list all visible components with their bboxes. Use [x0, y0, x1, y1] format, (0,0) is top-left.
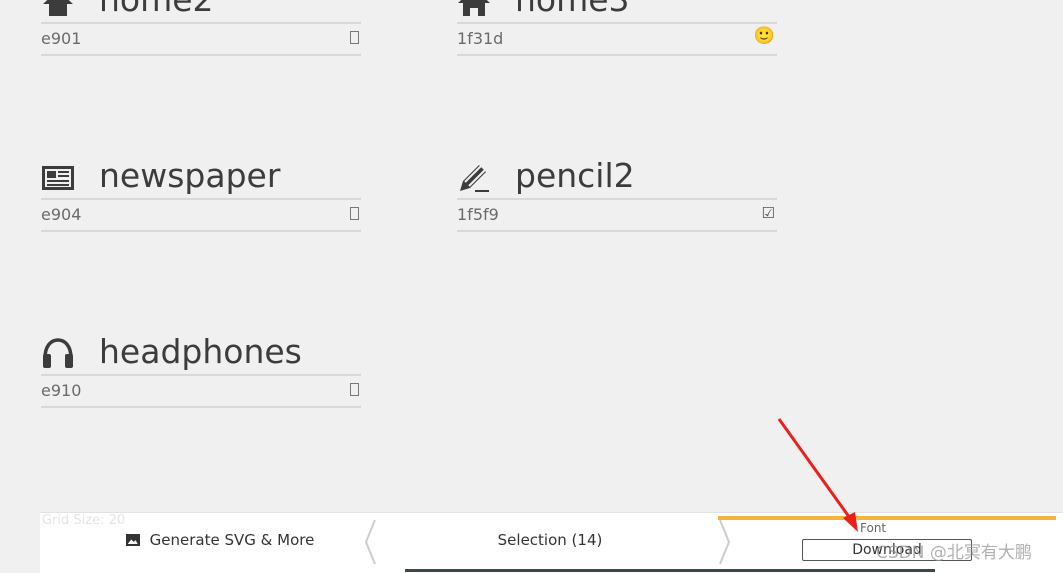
- glyph-header: pencil2: [457, 154, 777, 200]
- smiley-icon: 🙂: [753, 26, 775, 46]
- watermark: CSDN @北冥有大鹏: [876, 543, 1032, 563]
- missing-glyph-icon: [350, 207, 359, 220]
- glyph-card-home3[interactable]: home3 1f31d 🙂: [457, 0, 777, 56]
- glyph-code[interactable]: e901: [41, 29, 81, 48]
- glyph-code-row: 1f31d 🙂: [457, 24, 777, 56]
- glyph-name: newspaper: [99, 156, 281, 195]
- glyph-code[interactable]: 1f5f9: [457, 205, 499, 224]
- glyph-header: home3: [457, 0, 777, 24]
- bottom-toolbar: Grid Size: 20 Generate SVG & More Select…: [0, 512, 1063, 573]
- glyph-card-newspaper[interactable]: newspaper e904: [41, 154, 361, 232]
- pencil2-icon: [460, 165, 489, 192]
- chevron-left-icon[interactable]: [363, 518, 377, 566]
- glyph-preview: [350, 204, 359, 224]
- glyph-preview: [350, 28, 359, 48]
- glyph-preview: [350, 380, 359, 400]
- generate-svg-button[interactable]: Generate SVG & More: [60, 526, 380, 554]
- glyph-header: home2: [41, 0, 361, 24]
- font-tab-accent: [718, 516, 1056, 520]
- glyph-card-home2[interactable]: home2 e901: [41, 0, 361, 56]
- headphones-icon: [43, 338, 73, 368]
- selection-label: Selection (14): [497, 531, 603, 549]
- home3-icon: [458, 0, 490, 16]
- selection-tab[interactable]: Selection (14): [400, 526, 700, 554]
- chevron-right-icon[interactable]: [718, 518, 732, 566]
- generate-svg-label: Generate SVG & More: [149, 531, 315, 549]
- glyph-name: home3: [515, 0, 630, 22]
- newspaper-icon: [42, 166, 74, 190]
- glyph-code[interactable]: e910: [41, 381, 81, 400]
- glyph-name: headphones: [99, 332, 302, 371]
- missing-glyph-icon: [350, 31, 359, 44]
- glyph-name: pencil2: [515, 156, 635, 195]
- glyph-code-row: 1f5f9 ☑: [457, 200, 777, 232]
- home2-icon: [43, 0, 73, 16]
- glyph-header: headphones: [41, 330, 361, 376]
- font-tab-label[interactable]: Font: [860, 521, 886, 535]
- glyph-code[interactable]: 1f31d: [457, 29, 503, 48]
- glyph-code[interactable]: e904: [41, 205, 81, 224]
- image-icon: [125, 534, 140, 546]
- glyph-header: newspaper: [41, 154, 361, 200]
- checkbox-icon: ☑: [761, 204, 775, 222]
- glyph-code-row: e904: [41, 200, 361, 232]
- glyph-code-row: e901: [41, 24, 361, 56]
- glyph-code-row: e910: [41, 376, 361, 408]
- glyph-card-pencil2[interactable]: pencil2 1f5f9 ☑: [457, 154, 777, 232]
- red-arrow-annotation: [777, 418, 858, 532]
- missing-glyph-icon: [350, 383, 359, 396]
- glyph-name: home2: [99, 0, 214, 22]
- glyph-card-headphones[interactable]: headphones e910: [41, 330, 361, 408]
